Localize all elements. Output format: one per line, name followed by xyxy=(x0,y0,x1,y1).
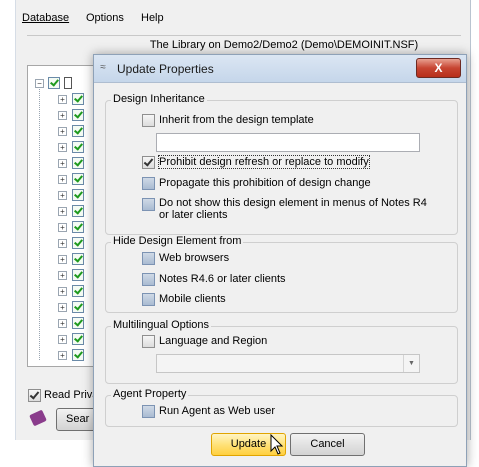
run-as-web-user-label: Run Agent as Web user xyxy=(159,405,275,417)
update-button-label: Update xyxy=(230,438,267,450)
expand-icon[interactable]: + xyxy=(58,111,67,120)
library-title: The Library on Demo2/Demo2 (Demo\DEMOINI… xyxy=(149,39,419,51)
expand-icon[interactable]: + xyxy=(58,159,67,168)
tree-checkbox[interactable] xyxy=(72,317,84,329)
expand-icon[interactable]: + xyxy=(58,207,67,216)
tree-checkbox[interactable] xyxy=(72,285,84,297)
menu-database-label: Database xyxy=(22,12,70,24)
expand-icon[interactable]: + xyxy=(58,319,67,328)
language-region-label: Language and Region xyxy=(159,335,268,347)
expand-icon[interactable]: + xyxy=(58,175,67,184)
do-not-show-label: Do not show this design element in menus… xyxy=(159,197,427,221)
expand-icon[interactable]: + xyxy=(58,191,67,200)
properties-icon: ≈ xyxy=(100,62,106,73)
agent-property-label: Agent Property xyxy=(111,388,189,400)
tree-checkbox[interactable] xyxy=(72,189,84,201)
dialog-title: Update Properties xyxy=(117,62,214,76)
expand-icon[interactable]: + xyxy=(58,239,67,248)
inherit-checkbox[interactable] xyxy=(142,114,155,127)
dialog-titlebar[interactable]: ≈ Update Properties X xyxy=(94,55,466,83)
tree-checkbox[interactable] xyxy=(72,349,84,361)
tree-checkbox[interactable] xyxy=(72,269,84,281)
expand-icon[interactable]: + xyxy=(58,255,67,264)
propagate-checkbox[interactable] xyxy=(142,177,155,190)
expand-icon[interactable]: + xyxy=(58,271,67,280)
document-icon xyxy=(64,77,72,89)
menu-options-label: Options xyxy=(86,12,124,24)
web-browsers-checkbox[interactable] xyxy=(142,252,155,265)
expand-icon[interactable]: + xyxy=(58,335,67,344)
tree-checkbox[interactable] xyxy=(72,333,84,345)
expand-icon[interactable]: + xyxy=(58,351,67,360)
expand-icon[interactable]: + xyxy=(58,303,67,312)
multilingual-label: Multilingual Options xyxy=(111,319,211,331)
cancel-button-label: Cancel xyxy=(310,438,345,450)
notes-clients-label: Notes R4.6 or later clients xyxy=(159,273,286,285)
do-not-show-checkbox[interactable] xyxy=(142,198,155,211)
run-as-web-user-checkbox[interactable] xyxy=(142,405,155,418)
read-private-checkbox[interactable] xyxy=(28,389,41,402)
mobile-clients-checkbox[interactable] xyxy=(142,293,155,306)
language-region-checkbox[interactable] xyxy=(142,335,155,348)
notes-clients-checkbox[interactable] xyxy=(142,273,155,286)
tree-root-checkbox[interactable] xyxy=(48,77,60,89)
update-properties-dialog: ≈ Update Properties X Design Inheritance… xyxy=(93,54,467,467)
inherit-template-field[interactable] xyxy=(156,133,420,152)
prohibit-checkbox[interactable] xyxy=(142,156,155,169)
tree-checkbox[interactable] xyxy=(72,141,84,153)
mobile-clients-label: Mobile clients xyxy=(159,293,226,305)
menu-database[interactable]: Database xyxy=(22,12,69,24)
prohibit-label: Prohibit design refresh or replace to mo… xyxy=(158,155,370,169)
expand-icon[interactable]: + xyxy=(58,95,67,104)
web-browsers-label: Web browsers xyxy=(159,252,230,264)
tree-collapse-icon[interactable]: − xyxy=(35,79,44,88)
menu-help-label: Help xyxy=(141,12,164,24)
tree-checkbox[interactable] xyxy=(72,93,84,105)
tree-checkbox[interactable] xyxy=(72,109,84,121)
tree-checkbox[interactable] xyxy=(72,173,84,185)
tree-checkbox[interactable] xyxy=(72,253,84,265)
tree-checkbox[interactable] xyxy=(72,301,84,313)
menu-help[interactable]: Help xyxy=(141,12,164,24)
expand-icon[interactable]: + xyxy=(58,143,67,152)
mouse-pointer-icon xyxy=(270,434,284,455)
read-private-label: Read Priva xyxy=(44,389,99,401)
tree-checkbox[interactable] xyxy=(72,205,84,217)
tree-checkbox[interactable] xyxy=(72,157,84,169)
tree-checkbox[interactable] xyxy=(72,221,84,233)
tree-checkbox[interactable] xyxy=(72,125,84,137)
dropdown-arrow-icon[interactable]: ▼ xyxy=(403,355,419,372)
cancel-button[interactable]: Cancel xyxy=(290,433,365,456)
close-button[interactable]: X xyxy=(416,58,461,78)
menu-options[interactable]: Options xyxy=(86,12,124,24)
hide-element-label: Hide Design Element from xyxy=(111,235,244,247)
expand-icon[interactable]: + xyxy=(58,127,67,136)
language-region-select[interactable]: ▼ xyxy=(156,354,420,373)
tree-checkbox[interactable] xyxy=(72,237,84,249)
inherit-label: Inherit from the design template xyxy=(159,114,314,126)
expand-icon[interactable]: + xyxy=(58,223,67,232)
expand-icon[interactable]: + xyxy=(58,287,67,296)
design-inheritance-label: Design Inheritance xyxy=(111,93,207,105)
propagate-label: Propagate this prohibition of design cha… xyxy=(159,177,371,189)
